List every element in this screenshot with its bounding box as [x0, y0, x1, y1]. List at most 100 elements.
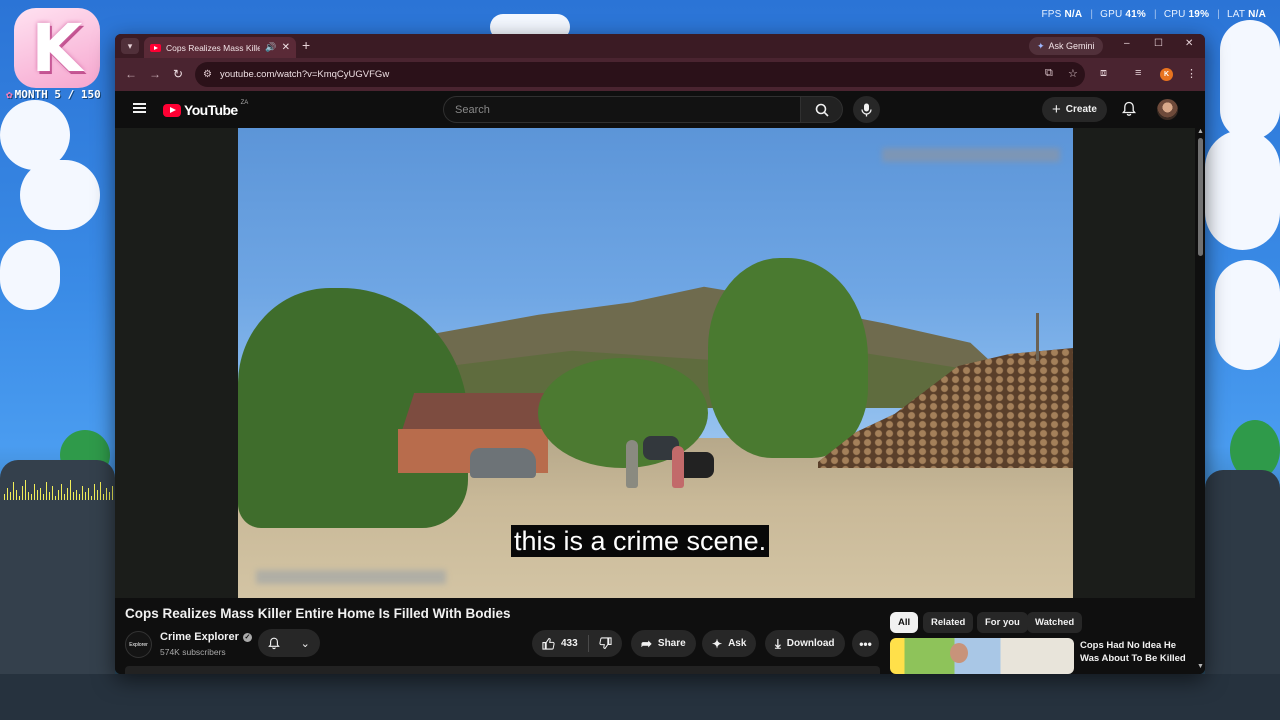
thumbs-down-icon[interactable] — [599, 637, 612, 650]
share-button[interactable]: ➦ Share — [631, 630, 696, 657]
notifications-bell-icon[interactable] — [1121, 101, 1137, 122]
tab-active[interactable]: Cops Realizes Mass Killer Entire Home Is… — [144, 37, 296, 58]
scroll-down-icon[interactable]: ▼ — [1197, 663, 1204, 670]
chip-related[interactable]: Related — [923, 612, 974, 633]
browser-menu-icon[interactable]: ⋮ — [1186, 67, 1197, 80]
extensions-icon[interactable]: ⧈ — [1100, 67, 1107, 80]
visualizer-bar — [19, 496, 20, 500]
visualizer-bar — [46, 482, 47, 500]
maximize-button[interactable]: ☐ — [1154, 38, 1163, 49]
ask-button[interactable]: ✦ Ask — [702, 630, 757, 657]
new-tab-button[interactable]: + — [302, 37, 310, 53]
video-title: Cops Realizes Mass Killer Entire Home Is… — [125, 606, 511, 621]
browser-window: ▾ Cops Realizes Mass Killer Entire Home … — [115, 34, 1205, 674]
more-actions-button[interactable]: ••• — [852, 630, 879, 657]
close-tab-icon[interactable]: ✕ — [282, 42, 290, 53]
search-placeholder: Search — [455, 103, 490, 116]
recommended-video-title[interactable]: Cops Had No Idea He Was About To Be Kill… — [1080, 639, 1190, 665]
reload-icon[interactable]: ↻ — [173, 67, 183, 81]
cloud — [20, 160, 100, 230]
like-button[interactable]: 433 — [542, 637, 578, 650]
visualizer-bar — [10, 492, 11, 500]
channel-name-row[interactable]: Crime Explorer ✓ — [160, 631, 252, 643]
sparkle-icon: ✦ — [712, 636, 723, 651]
visualizer-bar — [55, 496, 56, 500]
reading-list-icon[interactable]: ≡ — [1135, 67, 1141, 79]
page-scrollbar[interactable]: ▲ ▼ — [1196, 128, 1205, 674]
description-box[interactable] — [125, 666, 880, 674]
thumbnail-face — [950, 643, 968, 663]
hamburger-menu-icon[interactable] — [133, 103, 146, 113]
download-button[interactable]: ⤓ Download — [765, 630, 845, 657]
channel-avatar[interactable]: Explorer — [125, 631, 152, 658]
visualizer-bar — [64, 494, 65, 500]
gemini-sparkle-icon: ✦ — [1037, 40, 1045, 51]
create-label: Create — [1065, 104, 1097, 115]
video-frame[interactable]: this is a crime scene. — [238, 128, 1073, 598]
search-input[interactable]: Search — [443, 96, 801, 123]
visualizer-bar — [25, 480, 26, 500]
chip-watched[interactable]: Watched — [1027, 612, 1083, 633]
divider — [587, 635, 589, 652]
visualizer-bar — [82, 486, 83, 500]
chip-for-you[interactable]: For you — [977, 612, 1028, 633]
scrollbar-thumb[interactable] — [1198, 138, 1203, 256]
profile-avatar[interactable]: K — [1160, 68, 1173, 81]
search-button[interactable] — [801, 96, 843, 123]
bookmark-star-icon[interactable]: ☆ — [1068, 67, 1078, 80]
visualizer-bar — [28, 492, 29, 500]
tab-strip: ▾ Cops Realizes Mass Killer Entire Home … — [115, 34, 1205, 58]
back-arrow-icon[interactable]: ← — [125, 67, 137, 81]
visualizer-bar — [7, 488, 8, 500]
tab-title: Cops Realizes Mass Killer Entire Home Is… — [166, 42, 261, 53]
like-count: 433 — [561, 638, 578, 649]
visualizer-bar — [31, 494, 32, 500]
cloud — [0, 240, 60, 310]
ask-gemini-label: Ask Gemini — [1048, 41, 1095, 51]
visualizer-bar — [22, 486, 23, 500]
microphone-icon — [861, 103, 872, 116]
tree — [708, 258, 868, 458]
site-info-icon[interactable]: ⚙ — [203, 69, 212, 80]
visualizer-bar — [67, 488, 68, 500]
create-button[interactable]: + Create — [1042, 97, 1107, 122]
address-bar[interactable]: ⚙ youtube.com/watch?v=KmqCyUGVFGw ⧉ ☆ — [195, 62, 1085, 87]
download-icon: ⤓ — [775, 635, 781, 651]
month-counter: ✿ MONTH 5 / 150 — [6, 88, 101, 101]
subscriber-count: 574K subscribers — [160, 647, 226, 657]
video-player[interactable]: this is a crime scene. — [115, 128, 1195, 598]
tab-search-button[interactable]: ▾ — [121, 38, 139, 54]
performance-overlay: FPS N/A | GPU 41% | CPU 19% | LAT N/A — [1041, 9, 1266, 20]
cast-icon[interactable]: ⧉ — [1045, 67, 1053, 80]
blurred-overlay — [256, 570, 446, 584]
subscribed-notifications-button[interactable]: ⌄ — [258, 629, 320, 657]
youtube-logo[interactable]: YouTube ZA — [163, 100, 248, 118]
audio-visualizer — [4, 480, 116, 500]
url-text: youtube.com/watch?v=KmqCyUGVFGw — [219, 69, 390, 80]
chevron-down-icon: ▾ — [127, 40, 133, 51]
forward-arrow-icon[interactable]: → — [149, 67, 161, 81]
visualizer-bar — [16, 490, 17, 500]
speaker-icon[interactable]: 🔊 — [265, 42, 276, 53]
channel-name[interactable]: Crime Explorer — [160, 631, 239, 643]
user-avatar[interactable] — [1157, 99, 1178, 120]
visualizer-bar — [43, 494, 44, 500]
minimize-button[interactable]: – — [1124, 38, 1130, 49]
visualizer-bar — [61, 484, 62, 500]
recommended-thumbnail[interactable] — [890, 638, 1074, 674]
visualizer-bar — [97, 490, 98, 500]
ask-gemini-button[interactable]: ✦ Ask Gemini — [1029, 37, 1103, 55]
download-label: Download — [786, 638, 835, 649]
visualizer-bar — [100, 482, 101, 500]
person — [626, 440, 638, 488]
visualizer-bar — [94, 484, 95, 500]
scroll-up-icon[interactable]: ▲ — [1197, 128, 1204, 135]
cloud — [1220, 20, 1280, 140]
brand-logo: K — [14, 8, 100, 88]
blurred-overlay — [882, 148, 1060, 162]
visualizer-bar — [73, 492, 74, 500]
close-window-button[interactable]: ✕ — [1185, 38, 1193, 49]
visualizer-bar — [40, 488, 41, 500]
chip-all[interactable]: All — [890, 612, 919, 633]
voice-search-button[interactable] — [853, 96, 880, 123]
